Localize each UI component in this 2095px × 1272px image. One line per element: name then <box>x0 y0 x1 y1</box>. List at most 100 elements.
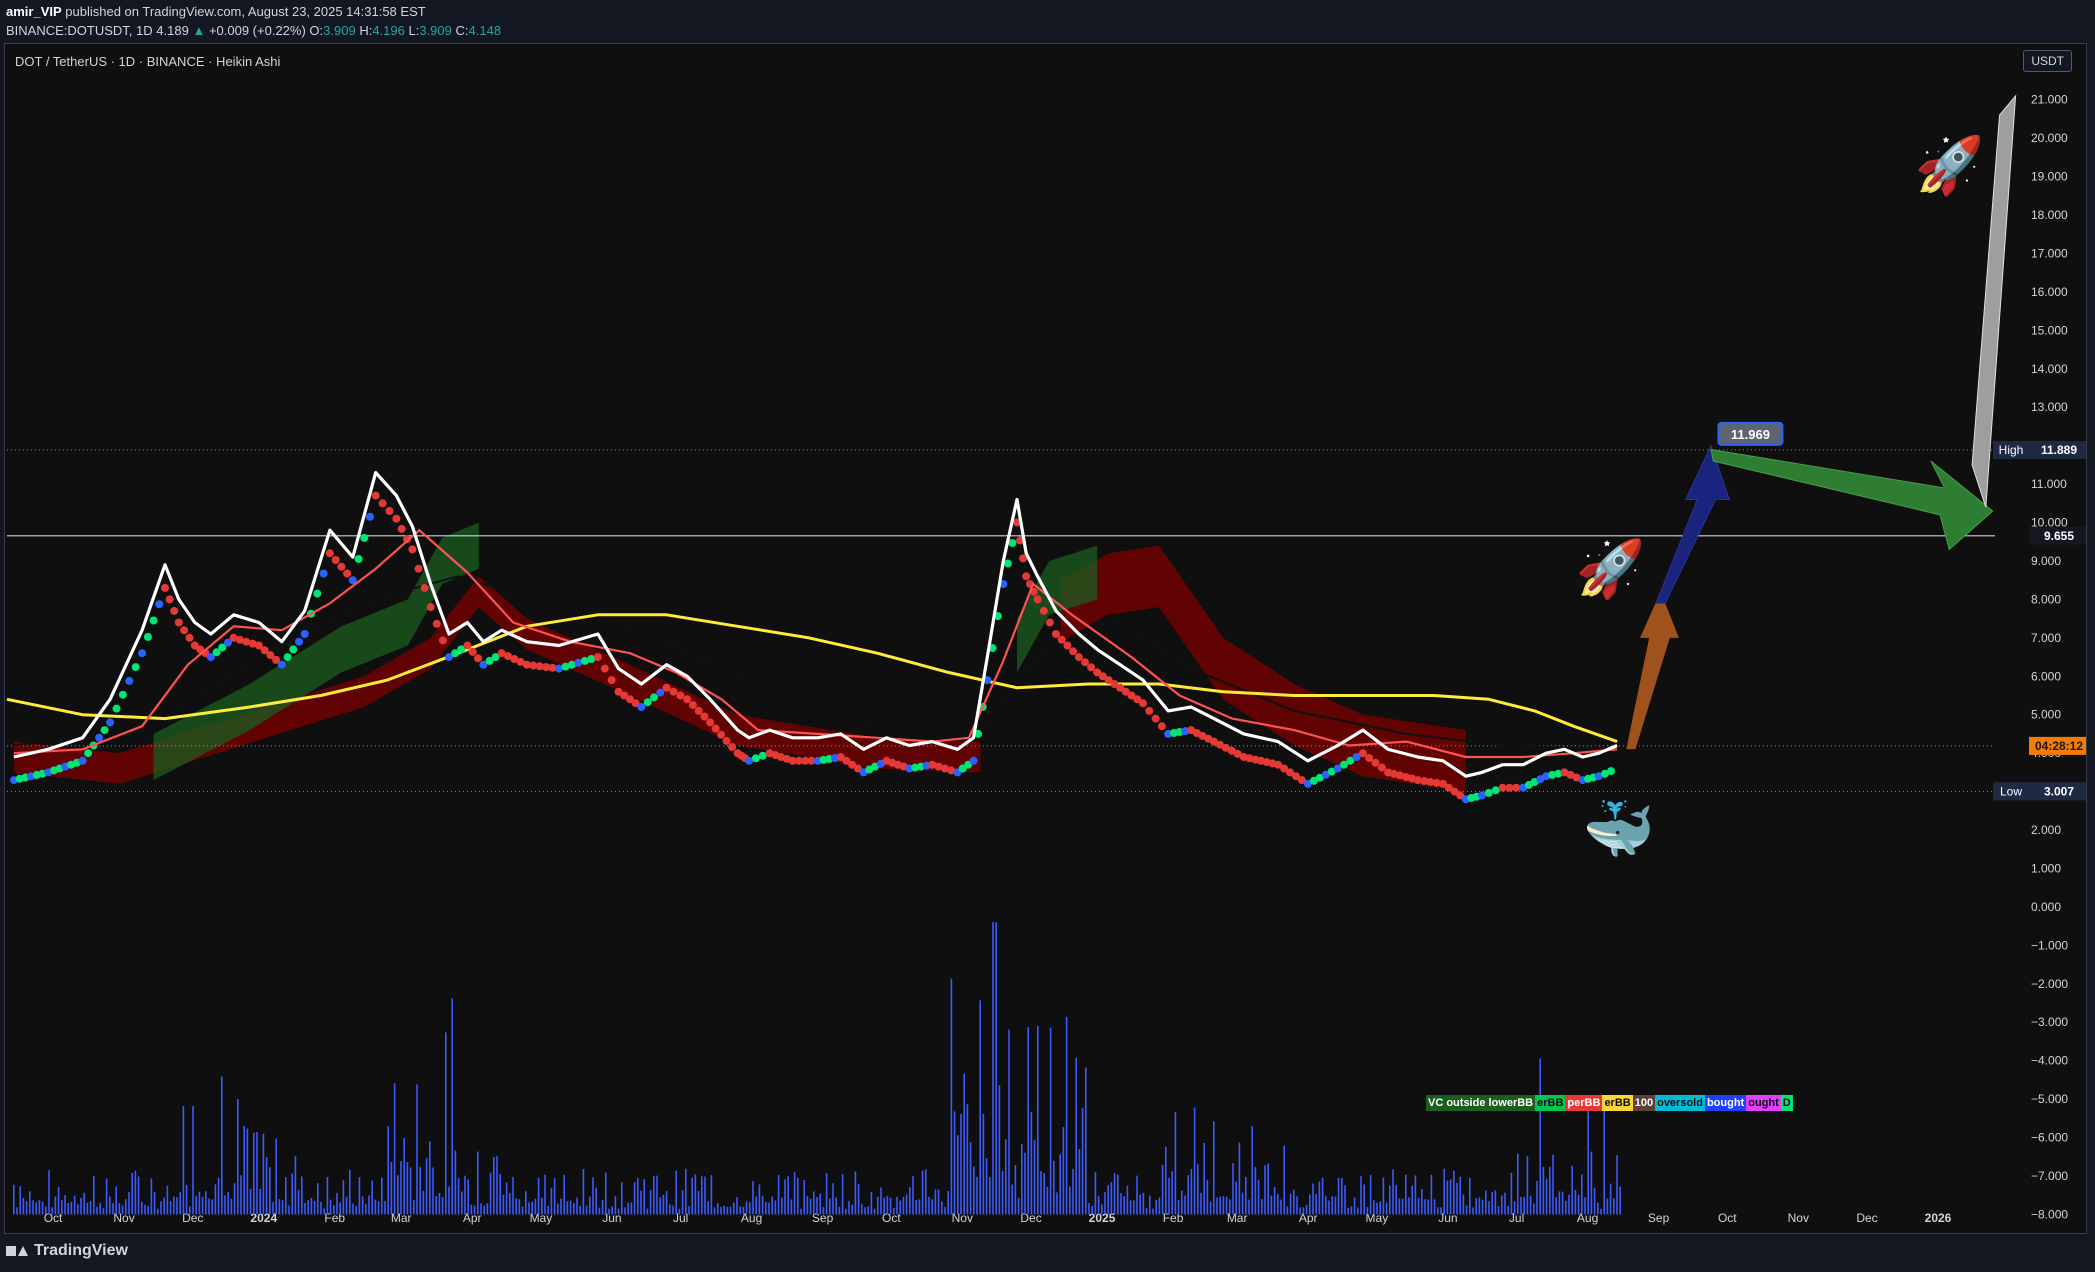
volume-bar <box>1033 1140 1036 1215</box>
ha-marker <box>593 653 602 662</box>
volume-bar <box>121 1205 124 1215</box>
volume-bar <box>1369 1175 1372 1215</box>
volume-bar <box>1203 1143 1205 1215</box>
volume-bar <box>1241 1192 1244 1215</box>
volume-bar <box>1497 1206 1500 1215</box>
volume-bar <box>358 1177 361 1215</box>
volume-bar <box>73 1195 76 1215</box>
volume-bar <box>432 1167 434 1215</box>
volume-bar <box>675 1170 677 1215</box>
volume-bar <box>1149 1195 1151 1215</box>
tradingview-logo-icon <box>6 1244 28 1258</box>
volume-bar <box>531 1201 533 1215</box>
currency-button[interactable]: USDT <box>2023 50 2072 72</box>
volume-bar <box>1197 1164 1199 1215</box>
y-tick-label-5: 17.000 <box>2031 246 2068 260</box>
tradingview-footer[interactable]: TradingView <box>6 1242 128 1260</box>
volume-bar <box>272 1202 274 1215</box>
indicator-legend-strip: VC outside lowerBB erBB perBB erBB 100 overso… <box>1426 1095 1793 1111</box>
volume-bar <box>96 1207 98 1215</box>
y-tick-label-15: 7.000 <box>2031 631 2061 645</box>
volume-bar <box>595 1187 597 1215</box>
y-tick-label-25: −3.000 <box>2031 1015 2068 1029</box>
y-tick-label-22: 0.000 <box>2031 900 2061 914</box>
ha-marker <box>426 603 435 612</box>
volume-bar <box>1117 1174 1119 1215</box>
volume-bar <box>669 1204 671 1215</box>
volume-bar <box>144 1204 146 1215</box>
volume-bar <box>240 1175 242 1215</box>
volume-bar <box>1328 1200 1330 1215</box>
volume-bar <box>1251 1126 1253 1215</box>
volume-bar <box>409 1167 412 1215</box>
volume-bar <box>1107 1185 1109 1215</box>
volume-bar <box>1081 1107 1084 1215</box>
ha-marker <box>728 743 737 751</box>
volume-bar <box>1133 1200 1135 1215</box>
volume-bar <box>182 1105 185 1215</box>
volume-bar <box>429 1141 431 1215</box>
volume-bar <box>246 1128 249 1215</box>
ha-marker <box>1478 791 1486 800</box>
volume-bar <box>1078 1149 1081 1215</box>
publish-info: published on TradingView.com, August 23,… <box>65 4 426 19</box>
ha-marker <box>1377 763 1386 772</box>
y-tick-label-17: 5.000 <box>2031 708 2061 722</box>
volume-bar <box>1459 1176 1461 1215</box>
volume-bar <box>621 1182 623 1215</box>
ha-marker <box>289 645 298 654</box>
publish-header: amir_VIP published on TradingView.com, A… <box>6 2 2086 42</box>
ha-marker <box>600 664 609 673</box>
y-tick-label-8: 14.000 <box>2031 362 2068 376</box>
volume-bar <box>1446 1180 1449 1215</box>
high-label: H: <box>359 23 373 38</box>
ha-marker <box>706 718 715 727</box>
volume-bar <box>29 1191 31 1215</box>
volume-bar <box>1235 1181 1237 1215</box>
volume-bar <box>899 1200 901 1215</box>
ha-marker <box>385 507 394 515</box>
chart-frame[interactable]: 22.00021.00020.00019.00018.00017.00016.0… <box>4 43 2087 1234</box>
legend-strip-item-8: D <box>1780 1095 1793 1111</box>
x-tick-label-25: Nov <box>1788 1211 1809 1225</box>
ha-marker <box>1081 658 1089 667</box>
volume-bar <box>54 1196 57 1215</box>
volume-bar <box>713 1207 716 1215</box>
volume-bar <box>208 1198 210 1215</box>
ha-marker <box>185 633 194 642</box>
volume-bar <box>1248 1199 1250 1215</box>
ha-marker <box>1498 783 1507 792</box>
volume-bar <box>1139 1194 1141 1215</box>
volume-bar <box>89 1201 92 1215</box>
volume-bar <box>1437 1207 1439 1215</box>
volume-bar <box>1561 1191 1564 1215</box>
volume-bar <box>1616 1155 1618 1215</box>
volume-bar <box>672 1205 674 1215</box>
volume-bar <box>1350 1206 1353 1215</box>
volume-bar <box>118 1203 121 1215</box>
volume-bar <box>502 1194 505 1215</box>
volume-bar <box>873 1208 876 1215</box>
volume-bar <box>297 1189 300 1215</box>
volume-bar <box>1257 1179 1260 1215</box>
volume-bar <box>781 1197 783 1215</box>
volume-bar <box>329 1199 332 1215</box>
volume-bar <box>1609 1183 1612 1215</box>
volume-bar <box>1341 1177 1343 1215</box>
volume-bar <box>985 1158 988 1215</box>
volume-bar <box>1302 1207 1305 1215</box>
ha-marker <box>138 649 147 658</box>
volume-bar <box>1475 1198 1477 1215</box>
volume-bar <box>729 1206 732 1215</box>
volume-bar <box>1129 1200 1132 1215</box>
volume-bar <box>541 1197 543 1215</box>
volume-bar <box>304 1203 306 1215</box>
volume-bar <box>339 1202 341 1215</box>
publisher-name[interactable]: amir_VIP <box>6 4 62 19</box>
volume-bar <box>1382 1177 1385 1215</box>
volume-bar <box>1577 1194 1580 1215</box>
ha-marker <box>758 751 767 760</box>
volume-bar <box>1555 1197 1557 1215</box>
chart-plot[interactable]: 22.00021.00020.00019.00018.00017.00016.0… <box>5 44 2086 1233</box>
volume-bar <box>1517 1153 1519 1215</box>
